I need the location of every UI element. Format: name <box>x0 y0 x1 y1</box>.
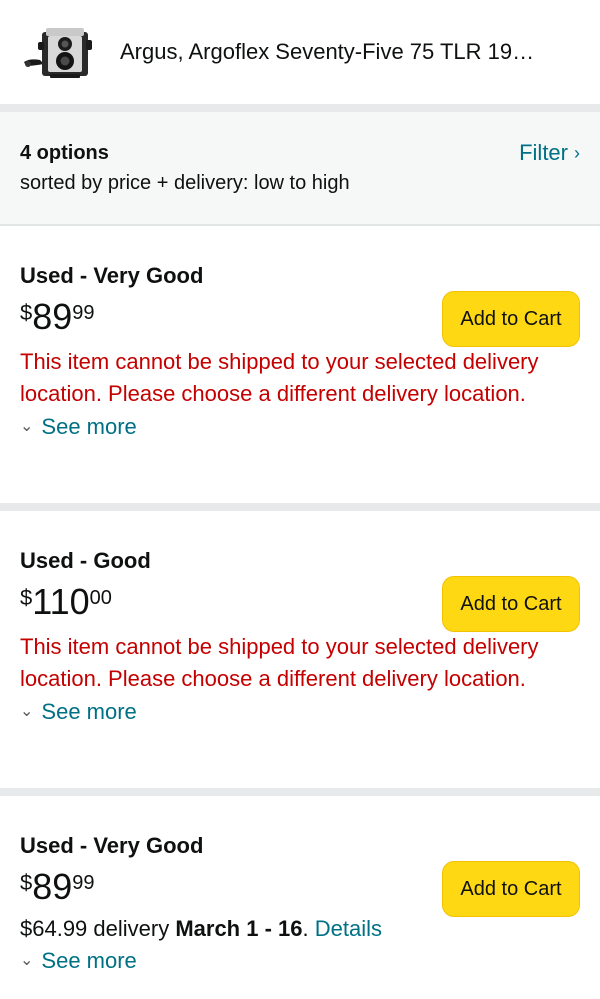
offer-card: Used - Very Good $ 89 99 Add to Cart $64… <box>0 796 600 999</box>
chevron-down-icon: ⌄ <box>20 418 34 435</box>
add-to-cart-button[interactable]: Add to Cart <box>442 291 580 347</box>
price-symbol: $ <box>20 870 33 895</box>
product-title[interactable]: Argus, Argoflex Seventy-Five 75 TLR 19… <box>120 38 534 66</box>
delivery-period: . <box>302 916 315 941</box>
chevron-right-icon: › <box>574 143 580 163</box>
delivery-cost: $64.99 delivery <box>20 916 176 941</box>
see-more-link[interactable]: ⌄ See more <box>20 946 580 998</box>
chevron-down-icon: ⌄ <box>20 703 34 720</box>
price-whole: 110 <box>32 581 90 622</box>
delivery-date: March 1 - 16 <box>175 916 303 941</box>
sort-description: sorted by price + delivery: low to high <box>20 172 350 194</box>
add-to-cart-button[interactable]: Add to Cart <box>442 861 580 917</box>
price-whole: 89 <box>32 296 73 337</box>
price-fraction: 99 <box>72 302 95 324</box>
price-symbol: $ <box>20 585 33 610</box>
see-more-label: See more <box>41 699 137 724</box>
price-whole: 89 <box>32 866 73 907</box>
see-more-label: See more <box>41 414 137 439</box>
camera-thumbnail-icon[interactable] <box>20 20 100 84</box>
section-divider <box>0 104 600 112</box>
details-link[interactable]: Details <box>315 916 382 941</box>
price-symbol: $ <box>20 300 33 325</box>
section-divider <box>0 503 600 511</box>
see-more-link[interactable]: ⌄ See more <box>20 412 580 464</box>
delivery-info: $64.99 delivery March 1 - 16. Details <box>20 914 580 944</box>
chevron-down-icon: ⌄ <box>20 952 34 969</box>
offer-condition: Used - Very Good <box>20 833 204 858</box>
shipping-warning: This item cannot be shipped to your sele… <box>20 634 539 691</box>
section-divider <box>0 788 600 796</box>
offer-condition: Used - Very Good <box>20 263 204 288</box>
filter-button[interactable]: Filter › <box>519 139 580 167</box>
see-more-label: See more <box>41 948 137 973</box>
price-fraction: 00 <box>89 587 112 609</box>
add-to-cart-button[interactable]: Add to Cart <box>442 576 580 632</box>
offer-card: Used - Very Good $ 89 99 Add to Cart Thi… <box>0 226 600 503</box>
offers-summary: 4 options sorted by price + delivery: lo… <box>0 112 600 224</box>
see-more-link[interactable]: ⌄ See more <box>20 697 580 749</box>
price-fraction: 99 <box>72 872 95 894</box>
filter-label: Filter <box>519 140 568 165</box>
offer-condition: Used - Good <box>20 548 151 573</box>
offer-card: Used - Good $ 110 00 Add to Cart This it… <box>0 511 600 788</box>
product-header: Argus, Argoflex Seventy-Five 75 TLR 19… <box>0 0 600 104</box>
shipping-warning: This item cannot be shipped to your sele… <box>20 349 539 406</box>
options-count: 4 options <box>20 142 109 164</box>
